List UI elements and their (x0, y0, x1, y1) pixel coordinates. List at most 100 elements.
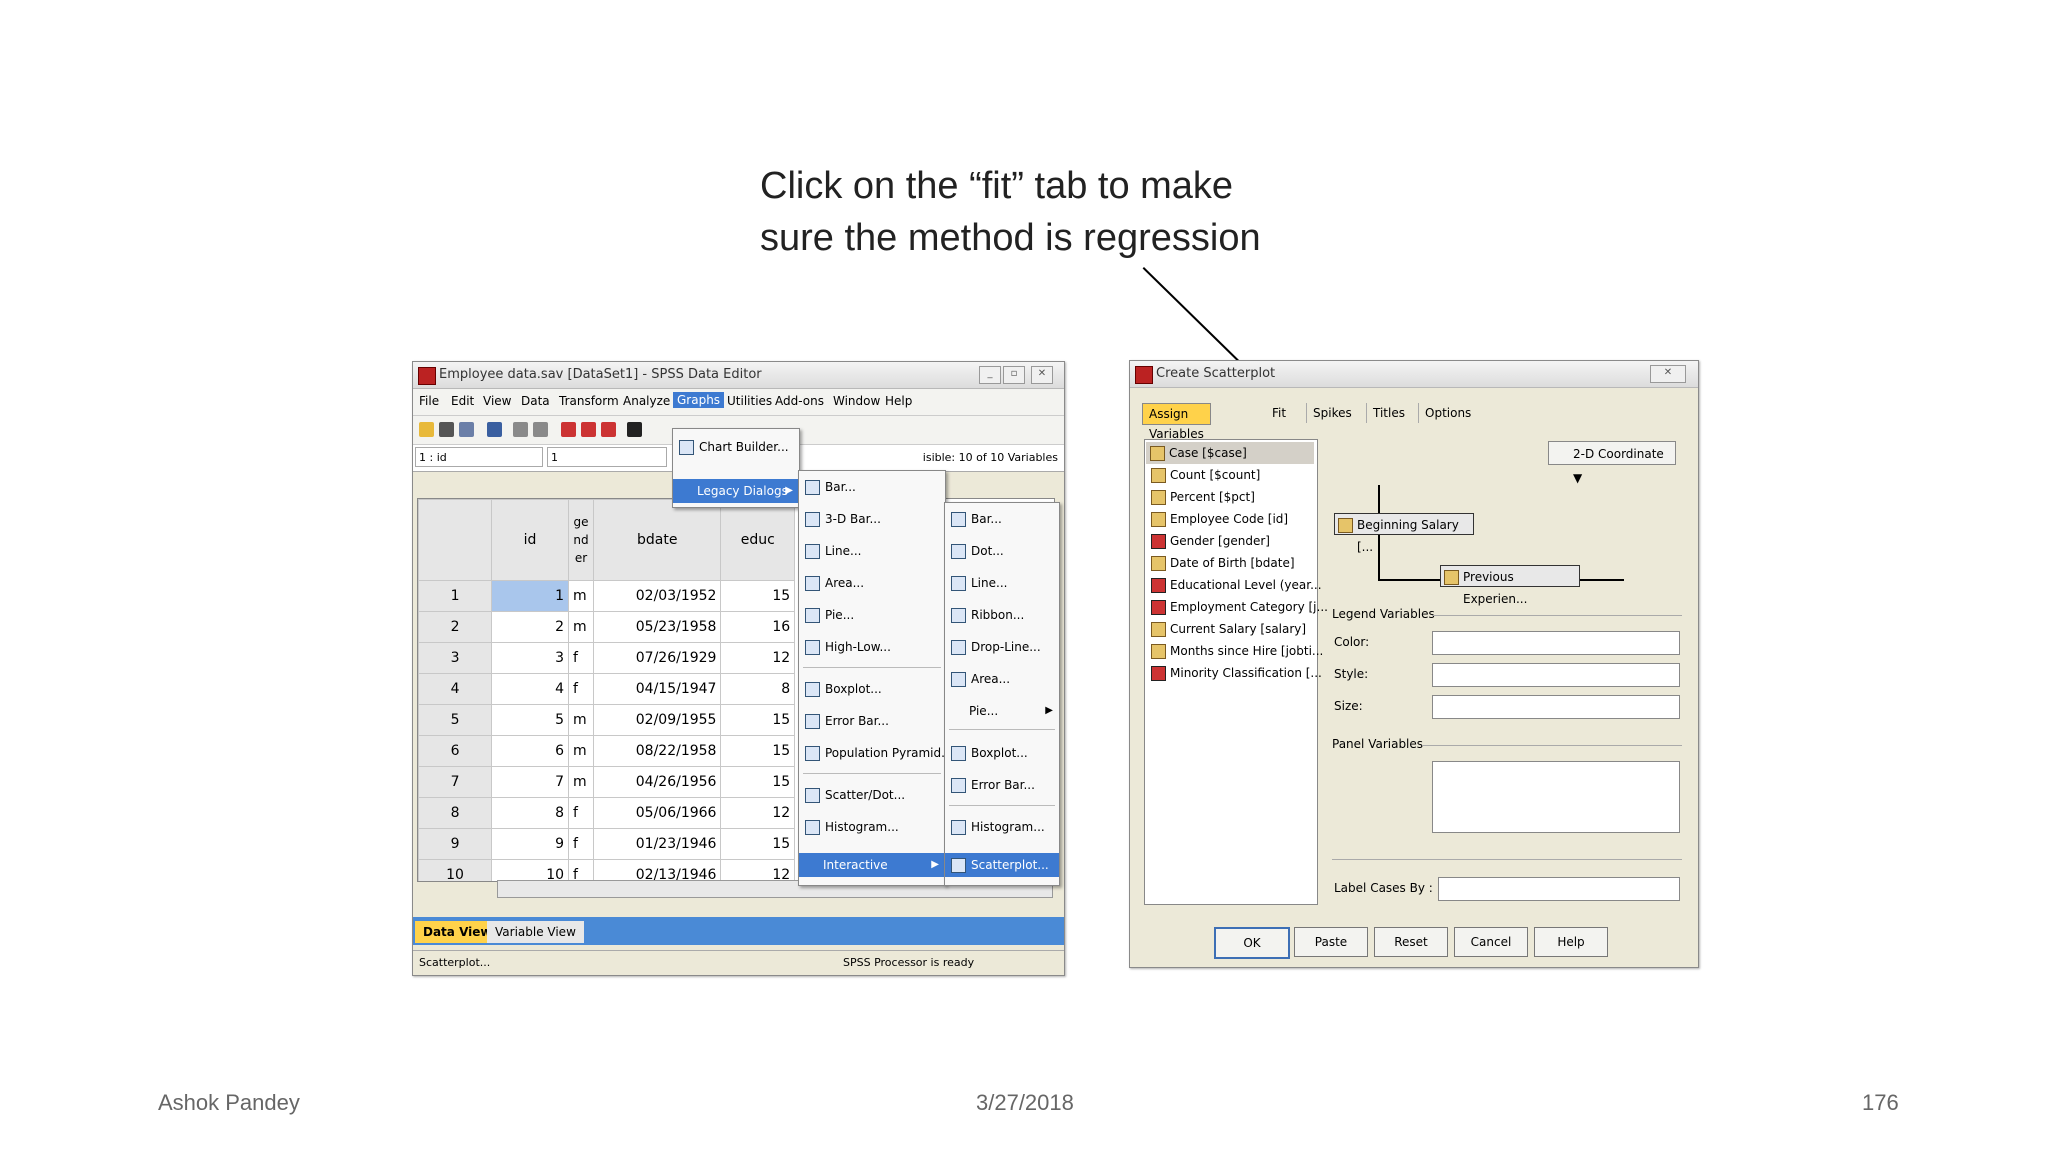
close-icon[interactable]: ✕ (1650, 365, 1686, 383)
cell-educ[interactable]: 15 (720, 704, 796, 736)
cell-id[interactable]: 5 (491, 704, 570, 736)
menu-item-histogram[interactable]: Histogram... (945, 815, 1059, 839)
maximize-icon[interactable]: ▫ (1003, 366, 1025, 384)
menu-item-interactive[interactable]: Interactive ▶ (799, 853, 945, 877)
insert-case-icon[interactable] (581, 422, 596, 437)
cell-gender[interactable]: f (568, 797, 594, 829)
minimize-icon[interactable]: _ (979, 366, 1001, 384)
menu-add-ons[interactable]: Add-ons (775, 394, 824, 408)
menu-utilities[interactable]: Utilities (727, 394, 772, 408)
menu-item-line[interactable]: Line... (945, 571, 1059, 595)
cell-bdate[interactable]: 05/06/1966 (592, 797, 722, 829)
menu-item-dot[interactable]: Dot... (945, 539, 1059, 563)
paste-button[interactable]: Paste (1294, 927, 1368, 957)
cell-bdate[interactable]: 07/26/1929 (592, 642, 722, 674)
row-number[interactable]: 3 (418, 642, 493, 674)
size-field[interactable] (1432, 695, 1680, 719)
cell-bdate[interactable]: 04/26/1956 (592, 766, 722, 798)
menu-item-bar[interactable]: Bar... (799, 475, 945, 499)
row-number[interactable]: 4 (418, 673, 493, 705)
insert-variable-icon[interactable] (601, 422, 616, 437)
cell-educ[interactable]: 12 (720, 797, 796, 829)
goto-case-icon[interactable] (561, 422, 576, 437)
row-number[interactable]: 7 (418, 766, 493, 798)
tab-titles[interactable]: Titles (1366, 403, 1411, 423)
cell-id[interactable]: 1 (491, 580, 570, 612)
cell-gender[interactable]: f (568, 642, 594, 674)
list-item[interactable]: Case [$case] (1146, 442, 1314, 464)
ok-button[interactable]: OK (1214, 927, 1290, 959)
save-icon[interactable] (439, 422, 454, 437)
menu-transform[interactable]: Transform (559, 394, 619, 408)
list-item[interactable]: Count [$count] (1147, 464, 1260, 486)
menu-edit[interactable]: Edit (451, 394, 474, 408)
column-header-id[interactable]: id (491, 499, 570, 581)
menu-item-area[interactable]: Area... (799, 571, 945, 595)
menu-item-pie[interactable]: Pie... ▶ (945, 699, 1059, 723)
menu-item-boxplot[interactable]: Boxplot... (945, 741, 1059, 765)
menu-item-scatterplot[interactable]: Scatterplot... (945, 853, 1059, 877)
tab-assign-variables[interactable]: Assign Variables (1142, 403, 1211, 441)
menu-item-bar[interactable]: Bar... (945, 507, 1059, 531)
cell-bdate[interactable]: 01/23/1946 (592, 828, 722, 860)
menu-view[interactable]: View (483, 394, 511, 408)
menu-item-area[interactable]: Area... (945, 667, 1059, 691)
menu-item-pie[interactable]: Pie... (799, 603, 945, 627)
menu-item-high-low[interactable]: High-Low... (799, 635, 945, 659)
row-number[interactable]: 10 (418, 859, 493, 881)
cell-id[interactable]: 6 (491, 735, 570, 767)
cell-educ[interactable]: 8 (720, 673, 796, 705)
help-button[interactable]: Help (1534, 927, 1608, 957)
cell-id[interactable]: 4 (491, 673, 570, 705)
list-item[interactable]: Months since Hire [jobti... (1147, 640, 1323, 662)
cell-educ[interactable]: 15 (720, 580, 796, 612)
menu-item-line[interactable]: Line... (799, 539, 945, 563)
cell-id[interactable]: 9 (491, 828, 570, 860)
label-cases-field[interactable] (1438, 877, 1680, 901)
cell-bdate[interactable]: 05/23/1958 (592, 611, 722, 643)
menu-item-error-bar[interactable]: Error Bar... (799, 709, 945, 733)
close-icon[interactable]: ✕ (1031, 366, 1053, 384)
list-item[interactable]: Employee Code [id] (1147, 508, 1288, 530)
cell-bdate[interactable]: 04/15/1947 (592, 673, 722, 705)
dialog-recall-icon[interactable] (487, 422, 502, 437)
cancel-button[interactable]: Cancel (1454, 927, 1528, 957)
cell-bdate[interactable]: 08/22/1958 (592, 735, 722, 767)
menu-file[interactable]: File (419, 394, 439, 408)
cell-educ[interactable]: 15 (720, 735, 796, 767)
menu-item-error-bar[interactable]: Error Bar... (945, 773, 1059, 797)
cell-gender[interactable]: f (568, 828, 594, 860)
cell-bdate[interactable]: 02/09/1955 (592, 704, 722, 736)
cell-gender[interactable]: m (568, 766, 594, 798)
tab-variable-view[interactable]: Variable View (487, 921, 584, 943)
menu-data[interactable]: Data (521, 394, 550, 408)
row-number[interactable]: 8 (418, 797, 493, 829)
menu-item-legacy-dialogs[interactable]: Legacy Dialogs ▶ (673, 479, 799, 503)
cell-educ[interactable]: 15 (720, 766, 796, 798)
list-item[interactable]: Gender [gender] (1147, 530, 1270, 552)
cell-id[interactable]: 10 (491, 859, 570, 881)
menu-window[interactable]: Window (833, 394, 880, 408)
list-item[interactable]: Employment Category [j... (1147, 596, 1328, 618)
panel-variables-field[interactable] (1432, 761, 1680, 833)
undo-icon[interactable] (513, 422, 528, 437)
cell-id[interactable]: 3 (491, 642, 570, 674)
cell-educ[interactable]: 12 (720, 859, 796, 881)
menu-item-3d-bar[interactable]: 3-D Bar... (799, 507, 945, 531)
list-item[interactable]: Current Salary [salary] (1147, 618, 1306, 640)
column-header-bdate[interactable]: bdate (592, 499, 722, 581)
cell-bdate[interactable]: 02/03/1952 (592, 580, 722, 612)
cell-gender[interactable]: m (568, 704, 594, 736)
redo-icon[interactable] (533, 422, 548, 437)
menu-item-ribbon[interactable]: Ribbon... (945, 603, 1059, 627)
cell-id[interactable]: 7 (491, 766, 570, 798)
menu-item-population-pyramid[interactable]: Population Pyramid... (799, 741, 953, 765)
cell-educ[interactable]: 15 (720, 828, 796, 860)
row-number[interactable]: 1 (418, 580, 493, 612)
cell-gender[interactable]: m (568, 611, 594, 643)
menu-item-drop-line[interactable]: Drop-Line... (945, 635, 1059, 659)
coordinate-dropdown[interactable]: 2-D Coordinate ▼ (1548, 441, 1676, 485)
row-number[interactable]: 9 (418, 828, 493, 860)
tab-options[interactable]: Options (1418, 403, 1477, 423)
row-number[interactable]: 5 (418, 704, 493, 736)
